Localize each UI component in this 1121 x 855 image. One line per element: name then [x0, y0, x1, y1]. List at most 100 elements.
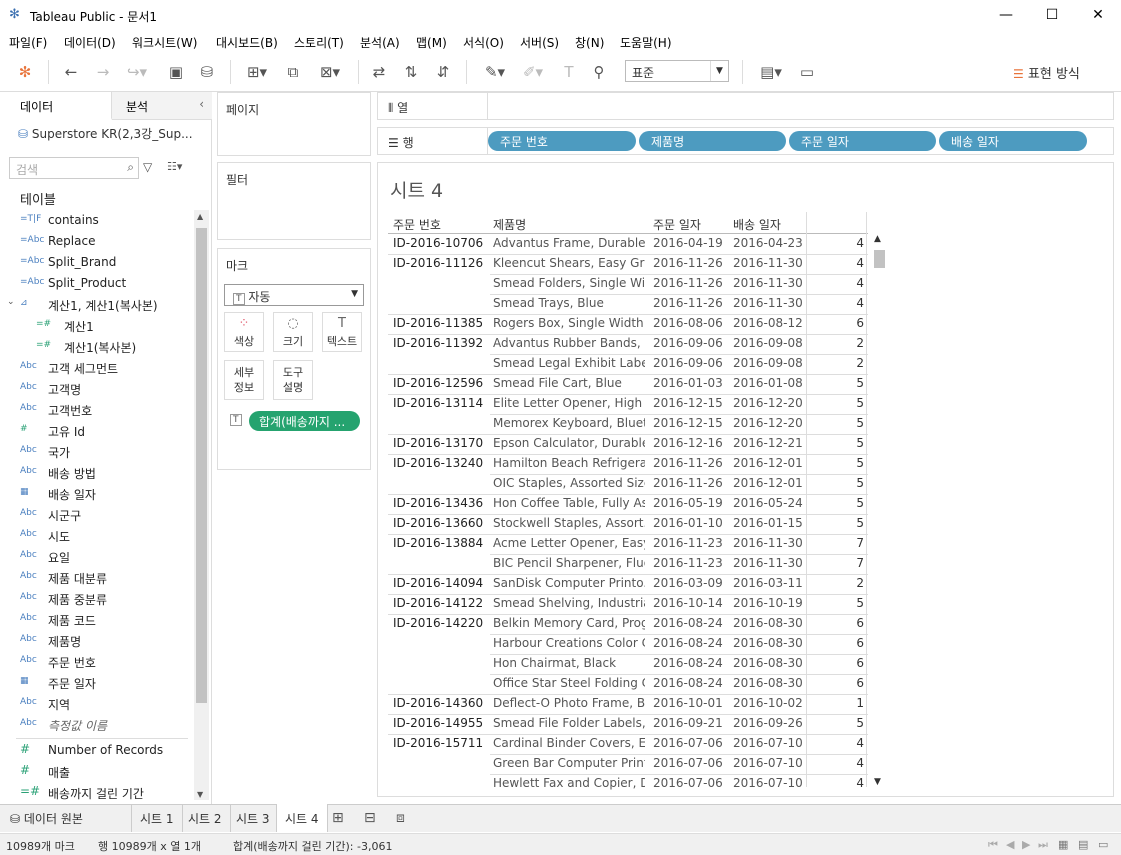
tab-data[interactable]: 데이터: [0, 92, 112, 120]
collapse-pane-icon[interactable]: ‹: [199, 97, 204, 111]
cell-order-date[interactable]: 2016-11-26: [653, 476, 728, 490]
cell-value[interactable]: 6: [812, 316, 864, 330]
menu-worksheet[interactable]: 워크시트(W): [132, 34, 197, 51]
tab-analysis[interactable]: 분석 ‹: [112, 92, 212, 119]
group-icon[interactable]: ✐▾: [516, 61, 550, 83]
sheet-tab-1[interactable]: 시트 1: [132, 804, 183, 832]
replace-data-icon[interactable]: ↪▾: [122, 61, 152, 83]
header-order-id[interactable]: 주문 번호: [393, 216, 441, 233]
field-list-scrollbar-thumb[interactable]: [196, 228, 207, 703]
field-item[interactable]: =# 계산1: [0, 315, 195, 336]
field-item[interactable]: Abc 제품 코드: [0, 609, 195, 630]
row-pill-order-id[interactable]: 주문 번호: [488, 131, 636, 151]
view-scrollbar[interactable]: ▲ ▼: [872, 234, 887, 787]
cell-ship-date[interactable]: 2016-07-10: [733, 736, 805, 750]
cell-order-id[interactable]: ID-2016-14122: [393, 596, 488, 610]
cell-product-name[interactable]: Advantus Frame, Durable: [493, 236, 645, 250]
cell-value[interactable]: 4: [812, 776, 864, 790]
pages-card[interactable]: 페이지: [217, 92, 371, 156]
presentation-icon[interactable]: ▭: [796, 61, 818, 83]
cell-ship-date[interactable]: 2016-05-24: [733, 496, 805, 510]
cell-ship-date[interactable]: 2016-11-30: [733, 536, 805, 550]
field-item[interactable]: Abc 고객명: [0, 378, 195, 399]
field-item[interactable]: ⊿ 계산1, 계산1(복사본) ⌄: [0, 294, 195, 315]
cell-order-date[interactable]: 2016-12-15: [653, 396, 728, 410]
field-item[interactable]: Abc 고객번호: [0, 399, 195, 420]
cell-value[interactable]: 5: [812, 456, 864, 470]
menu-help[interactable]: 도움말(H): [620, 34, 672, 51]
show-cards-icon[interactable]: ▤▾: [754, 61, 788, 83]
nav-first-icon[interactable]: ⏮: [988, 838, 998, 852]
field-item[interactable]: ▦ 주문 일자: [0, 672, 195, 693]
close-button[interactable]: ✕: [1075, 0, 1121, 30]
cell-product-name[interactable]: Acme Letter Opener, Easy..: [493, 536, 645, 550]
search-input[interactable]: 검색 ⌕: [9, 157, 139, 179]
cell-ship-date[interactable]: 2016-07-10: [733, 776, 805, 790]
view-scrollbar-thumb[interactable]: [874, 250, 885, 268]
redo-icon[interactable]: →: [92, 61, 114, 83]
cell-order-id[interactable]: ID-2016-13114: [393, 396, 488, 410]
new-worksheet-icon[interactable]: ⊞: [332, 810, 344, 826]
datasource-tab[interactable]: ⛁ 데이터 원본: [0, 804, 132, 832]
field-item[interactable]: =# 계산1(복사본): [0, 336, 195, 357]
cell-ship-date[interactable]: 2016-12-20: [733, 416, 805, 430]
cell-order-date[interactable]: 2016-11-26: [653, 296, 728, 310]
field-item[interactable]: Abc 제품 대분류: [0, 567, 195, 588]
measure-item[interactable]: =# 배송까지 걸린 기간: [0, 782, 195, 803]
cell-order-date[interactable]: 2016-04-19: [653, 236, 728, 250]
cell-order-date[interactable]: 2016-03-09: [653, 576, 728, 590]
menu-data[interactable]: 데이터(D): [64, 34, 116, 51]
field-item[interactable]: Abc 시도: [0, 525, 195, 546]
cell-value[interactable]: 4: [812, 736, 864, 750]
cell-product-name[interactable]: Smead File Cart, Blue: [493, 376, 645, 390]
cell-value[interactable]: 2: [812, 336, 864, 350]
cell-value[interactable]: 6: [812, 616, 864, 630]
cell-ship-date[interactable]: 2016-08-30: [733, 636, 805, 650]
cell-order-date[interactable]: 2016-07-06: [653, 756, 728, 770]
duplicate-sheet-icon[interactable]: ⧉: [282, 61, 304, 83]
cell-value[interactable]: 4: [812, 296, 864, 310]
cell-order-id[interactable]: ID-2016-12596: [393, 376, 488, 390]
cell-product-name[interactable]: Hamilton Beach Refrigera..: [493, 456, 645, 470]
cell-product-name[interactable]: Smead Legal Exhibit Label..: [493, 356, 645, 370]
header-ship-date[interactable]: 배송 일자: [733, 216, 781, 233]
cell-product-name[interactable]: Kleencut Shears, Easy Grip: [493, 256, 645, 270]
sheet-tab-4[interactable]: 시트 4: [276, 804, 328, 832]
cell-product-name[interactable]: Advantus Rubber Bands, ..: [493, 336, 645, 350]
cell-order-id[interactable]: ID-2016-15711: [393, 736, 488, 750]
cell-ship-date[interactable]: 2016-09-08: [733, 336, 805, 350]
cell-product-name[interactable]: Green Bar Computer Print..: [493, 756, 645, 770]
cell-product-name[interactable]: Elite Letter Opener, High ..: [493, 396, 645, 410]
field-item[interactable]: Abc 요일: [0, 546, 195, 567]
cell-order-date[interactable]: 2016-11-23: [653, 556, 728, 570]
cell-product-name[interactable]: Rogers Box, Single Width: [493, 316, 645, 330]
measure-item[interactable]: # Number of Records: [0, 740, 195, 761]
fit-select[interactable]: 표준 ▼: [625, 60, 729, 82]
cell-order-date[interactable]: 2016-09-21: [653, 716, 728, 730]
detail-button[interactable]: 세부 정보: [224, 360, 264, 400]
cell-product-name[interactable]: Belkin Memory Card, Prog..: [493, 616, 645, 630]
cell-value[interactable]: 5: [812, 596, 864, 610]
text-button[interactable]: T 텍스트: [322, 312, 362, 352]
scroll-down-icon[interactable]: ▼: [197, 790, 203, 799]
cell-ship-date[interactable]: 2016-12-21: [733, 436, 805, 450]
field-item[interactable]: Abc 국가: [0, 441, 195, 462]
cell-order-id[interactable]: ID-2016-13170: [393, 436, 488, 450]
clear-sheet-icon[interactable]: ⊠▾: [312, 61, 348, 83]
cell-value[interactable]: 4: [812, 276, 864, 290]
cell-ship-date[interactable]: 2016-01-15: [733, 516, 805, 530]
cell-ship-date[interactable]: 2016-12-20: [733, 396, 805, 410]
nav-last-icon[interactable]: ⏭: [1038, 838, 1048, 852]
sort-descending-icon[interactable]: ⇵: [432, 61, 454, 83]
cell-value[interactable]: 1: [812, 696, 864, 710]
row-pill-product-name[interactable]: 제품명: [639, 131, 786, 151]
cell-value[interactable]: 6: [812, 676, 864, 690]
cell-ship-date[interactable]: 2016-12-01: [733, 456, 805, 470]
rows-shelf[interactable]: ☰ 행 주문 번호 제품명 주문 일자 배송 일자: [377, 127, 1114, 155]
filter-icon[interactable]: ▽: [143, 160, 152, 174]
cell-product-name[interactable]: Smead Shelving, Industrial: [493, 596, 645, 610]
field-item[interactable]: Abc 고객 세그먼트: [0, 357, 195, 378]
scroll-up-icon[interactable]: ▲: [874, 234, 881, 244]
cell-ship-date[interactable]: 2016-12-01: [733, 476, 805, 490]
tooltip-button[interactable]: 도구 설명: [273, 360, 313, 400]
